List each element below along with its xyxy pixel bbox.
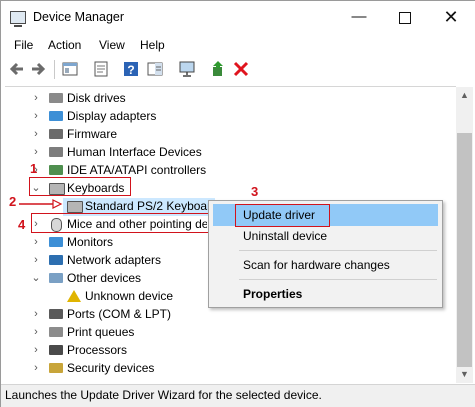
title-bar: Device Manager — ✕ [1, 1, 475, 35]
properties-icon[interactable] [92, 60, 110, 78]
chevron-down-icon[interactable]: ⌄ [31, 269, 41, 287]
menu-action[interactable]: Action [48, 38, 81, 52]
vertical-scrollbar[interactable]: ▲ ▼ [456, 87, 473, 383]
tree-item-label: Print queues [67, 325, 135, 339]
tree-item-label: Processors [67, 343, 128, 357]
toolbar-separator [54, 60, 55, 79]
menu-item-label: Uninstall device [243, 229, 328, 243]
status-text: Launches the Update Driver Wizard for th… [5, 388, 322, 402]
tree-item-label: Firmware [67, 127, 117, 141]
window-title: Device Manager [33, 10, 125, 24]
update-driver-icon[interactable] [209, 60, 227, 78]
scan-icon[interactable] [178, 60, 196, 78]
annotation-box-keyboards [29, 177, 131, 196]
annotation-number-3: 3 [251, 184, 259, 199]
menu-item-properties[interactable]: Properties [213, 283, 438, 305]
action-pane-icon[interactable] [146, 60, 164, 78]
menu-item-uninstall-device[interactable]: Uninstall device [213, 225, 438, 247]
chevron-right-icon[interactable]: › [31, 233, 41, 251]
scroll-thumb[interactable] [457, 133, 472, 367]
annotation-number-4: 4 [18, 217, 26, 232]
tree-item-label: Unknown device [85, 289, 174, 303]
toolbar: ? [1, 57, 475, 82]
tree-item-label: Disk drives [67, 91, 126, 105]
close-button[interactable]: ✕ [428, 1, 474, 33]
scroll-up-icon[interactable]: ▲ [456, 87, 473, 104]
device-manager-window: Device Manager — ✕ File Action View Help… [0, 0, 475, 407]
hid-icon [49, 147, 63, 157]
chevron-right-icon[interactable]: › [31, 89, 41, 107]
tree-item-label: Security devices [67, 361, 155, 375]
chevron-right-icon[interactable]: › [31, 143, 41, 161]
menu-item-scan-hardware[interactable]: Scan for hardware changes [213, 254, 438, 276]
menu-separator [239, 279, 437, 280]
disk-icon [49, 93, 63, 103]
security-icon [49, 363, 63, 373]
display-icon [49, 111, 63, 121]
context-menu: Update driver Uninstall device Scan for … [208, 200, 443, 308]
show-hide-icon[interactable] [61, 60, 79, 78]
chevron-right-icon[interactable]: › [31, 305, 41, 323]
uninstall-icon[interactable] [232, 60, 250, 78]
chevron-right-icon[interactable]: › [31, 323, 41, 341]
chevron-right-icon[interactable]: › [31, 107, 41, 125]
tree-item-label: Other devices [67, 271, 142, 285]
controller-icon [49, 165, 63, 175]
menu-file[interactable]: File [14, 38, 33, 52]
annotation-number-1: 1 [30, 161, 38, 176]
tree-item-label: Human Interface Devices [67, 145, 202, 159]
chevron-right-icon[interactable]: › [31, 341, 41, 359]
menu-separator [239, 250, 437, 251]
menu-view[interactable]: View [99, 38, 125, 52]
back-icon[interactable] [7, 60, 25, 78]
tree-item-label: Monitors [67, 235, 114, 249]
monitor-icon [49, 237, 63, 247]
network-icon [49, 255, 63, 265]
svg-text:?: ? [127, 63, 134, 77]
warning-icon [67, 290, 81, 302]
keyboard-icon [67, 201, 83, 213]
maximize-button[interactable] [382, 1, 428, 33]
chevron-right-icon[interactable]: › [31, 125, 41, 143]
status-bar: Launches the Update Driver Wizard for th… [1, 384, 475, 407]
annotation-number-2: 2 [9, 194, 17, 209]
menu-bar: File Action View Help [1, 36, 475, 55]
annotation-box-mice [31, 213, 209, 233]
chevron-right-icon[interactable]: › [31, 251, 41, 269]
tree-item-label: Display adapters [67, 109, 157, 123]
device-manager-icon [10, 11, 26, 27]
tree-item-label: Ports (COM & LPT) [67, 307, 172, 321]
scroll-down-icon[interactable]: ▼ [456, 366, 473, 383]
annotation-arrow [19, 198, 64, 210]
processor-icon [49, 345, 63, 355]
menu-item-label: Scan for hardware changes [243, 258, 390, 272]
tree-item-label: Network adapters [67, 253, 162, 267]
other-devices-icon [49, 273, 63, 283]
forward-icon[interactable] [30, 60, 48, 78]
printer-icon [49, 327, 63, 337]
menu-help[interactable]: Help [140, 38, 165, 52]
chevron-right-icon[interactable]: › [31, 359, 41, 377]
minimize-button[interactable]: — [336, 1, 382, 33]
help-icon[interactable]: ? [122, 60, 140, 78]
menu-item-label: Properties [243, 287, 303, 301]
maximize-icon [399, 12, 411, 24]
annotation-box-update-driver [235, 204, 330, 227]
chip-icon [49, 129, 63, 139]
port-icon [49, 309, 63, 319]
